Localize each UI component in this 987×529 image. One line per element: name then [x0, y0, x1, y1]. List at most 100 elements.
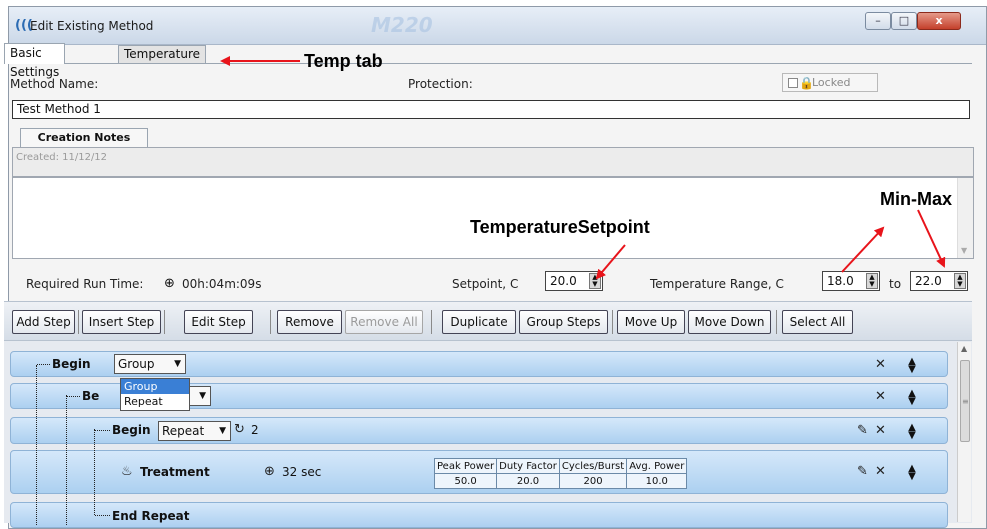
- dropdown-option[interactable]: Group: [121, 379, 189, 394]
- delete-icon[interactable]: ✕: [875, 464, 886, 479]
- move-up-button[interactable]: Move Up: [617, 310, 685, 334]
- reorder-icon[interactable]: ▲ ▼: [906, 389, 918, 407]
- step-type-value: Group: [118, 357, 155, 371]
- range-min-value: 18.0: [827, 274, 854, 288]
- tab-temperature[interactable]: Temperature: [118, 45, 207, 64]
- step-row-begin-repeat[interactable]: Begin Repeat ▼ ↻ 2 ✎ ✕ ▲ ▼: [10, 417, 948, 444]
- min-max-annotation: Min-Max: [880, 189, 952, 209]
- table-header: Peak Power: [433, 458, 498, 474]
- delete-icon[interactable]: ✕: [875, 423, 886, 438]
- toolbar-separator: [164, 310, 165, 334]
- step-type-select[interactable]: Group ▼: [114, 354, 186, 374]
- step-row-end-repeat[interactable]: End Repeat: [10, 502, 948, 528]
- tree-connector: [95, 430, 110, 431]
- table-cell: 200: [558, 473, 628, 489]
- clock-icon: ⊕: [264, 464, 275, 479]
- toolbar-separator: [776, 310, 777, 334]
- notes-scrollbar[interactable]: ▼: [957, 178, 973, 258]
- spinner-arrows-icon[interactable]: ▲ ▼: [589, 273, 601, 289]
- created-date-text: Created: 11/12/12: [12, 147, 974, 177]
- treatment-parameters-table: Peak Power Duty Factor Cycles/Burst Avg.…: [433, 458, 688, 489]
- close-button[interactable]: x: [917, 12, 961, 30]
- tree-connector: [94, 429, 95, 515]
- reorder-icon[interactable]: ▲ ▼: [906, 464, 918, 482]
- spinner-arrows-icon[interactable]: ▲ ▼: [954, 273, 966, 289]
- insert-step-button[interactable]: Insert Step: [82, 310, 161, 334]
- maximize-button[interactable]: □: [891, 12, 917, 30]
- temp-tab-annotation: Temp tab: [304, 51, 383, 71]
- setpoint-value: 20.0: [550, 274, 577, 288]
- reorder-icon[interactable]: ▲ ▼: [906, 423, 918, 441]
- table-header: Avg. Power: [626, 458, 688, 474]
- toolbar-separator: [431, 310, 432, 334]
- repeat-icon: ↻: [234, 422, 245, 437]
- table-cell: 50.0: [433, 473, 498, 489]
- tree-connector: [67, 396, 80, 397]
- chevron-down-icon: ▼: [199, 391, 206, 401]
- range-max-spinner[interactable]: 22.0 ▲ ▼: [910, 271, 968, 291]
- grip-icon: ≡: [962, 397, 969, 406]
- step-name: End Repeat: [112, 509, 190, 523]
- temperature-range-label: Temperature Range, C: [650, 277, 784, 291]
- add-step-button[interactable]: Add Step: [12, 310, 75, 334]
- minimize-button[interactable]: –: [865, 12, 891, 30]
- select-all-button[interactable]: Select All: [782, 310, 853, 334]
- method-name-input[interactable]: Test Method 1: [12, 100, 970, 119]
- repeat-count: 2: [251, 423, 259, 437]
- step-name: Treatment: [140, 465, 210, 479]
- step-type-value: Repeat: [162, 424, 205, 438]
- window-title: Edit Existing Method: [30, 19, 154, 33]
- range-min-spinner[interactable]: 18.0 ▲ ▼: [822, 271, 880, 291]
- scroll-up-icon[interactable]: ▲: [961, 344, 967, 353]
- tree-connector: [95, 515, 110, 516]
- required-run-time-label: Required Run Time:: [26, 277, 144, 291]
- step-list: Begin Group ▼ ✕ ▲ ▼ Be ▼ ✕ ▲ ▼ Begin Repea…: [4, 341, 972, 528]
- step-type-select[interactable]: Repeat ▼: [158, 421, 231, 441]
- watermark-logo: M220: [371, 13, 433, 37]
- tab-divider: [4, 63, 972, 64]
- required-run-time-value: 00h:04m:09s: [182, 277, 262, 291]
- toolbar-separator: [78, 310, 79, 334]
- table-cell: 10.0: [626, 473, 688, 489]
- locked-label: Locked: [812, 76, 851, 89]
- dropdown-option[interactable]: Repeat: [121, 394, 189, 409]
- setpoint-label: Setpoint, C: [452, 277, 519, 291]
- step-name: Begin: [52, 357, 91, 371]
- tab-basic-settings[interactable]: Basic Settings: [4, 43, 66, 79]
- step-row-begin-group[interactable]: Begin Group ▼ ✕ ▲ ▼: [10, 351, 948, 377]
- locked-toggle[interactable]: 🔒 Locked: [782, 73, 878, 92]
- chevron-down-icon: ▼: [174, 359, 181, 369]
- edit-step-button[interactable]: Edit Step: [184, 310, 253, 334]
- temperature-setpoint-annotation: TemperatureSetpoint: [470, 217, 650, 237]
- reorder-icon[interactable]: ▲ ▼: [906, 357, 918, 375]
- tab-creation-notes[interactable]: Creation Notes: [20, 128, 148, 147]
- setpoint-spinner[interactable]: 20.0 ▲ ▼: [545, 271, 603, 291]
- step-type-dropdown[interactable]: Group Repeat: [120, 378, 190, 411]
- scroll-down-icon[interactable]: ▼: [961, 246, 967, 255]
- chevron-down-icon: ▼: [219, 426, 226, 436]
- delete-icon[interactable]: ✕: [875, 357, 886, 372]
- edit-pencil-icon[interactable]: ✎: [857, 423, 868, 438]
- edit-pencil-icon[interactable]: ✎: [857, 464, 868, 479]
- toolbar-separator: [612, 310, 613, 334]
- range-to-label: to: [889, 277, 902, 291]
- treatment-duration: 32 sec: [282, 465, 322, 479]
- toolbar-separator: [270, 310, 271, 334]
- remove-all-button[interactable]: Remove All: [345, 310, 423, 334]
- tree-connector: [36, 365, 37, 525]
- scrollbar-thumb[interactable]: ≡: [960, 360, 970, 442]
- table-header: Cycles/Burst: [558, 458, 628, 474]
- group-steps-button[interactable]: Group Steps: [519, 310, 608, 334]
- remove-button[interactable]: Remove: [277, 310, 342, 334]
- duplicate-button[interactable]: Duplicate: [442, 310, 516, 334]
- clock-icon: ⊕: [164, 276, 175, 291]
- steps-scrollbar[interactable]: ▲ ≡: [957, 342, 971, 522]
- step-name: Be: [82, 389, 100, 403]
- spinner-arrows-icon[interactable]: ▲ ▼: [866, 273, 878, 289]
- ultrasound-icon: ♨: [121, 464, 133, 479]
- step-toolbar: Add Step Insert Step Edit Step Remove Re…: [4, 301, 972, 341]
- delete-icon[interactable]: ✕: [875, 389, 886, 404]
- locked-checkbox[interactable]: [788, 78, 798, 88]
- move-down-button[interactable]: Move Down: [688, 310, 771, 334]
- title-bar: ((( Edit Existing Method M220 – □ x: [9, 7, 986, 45]
